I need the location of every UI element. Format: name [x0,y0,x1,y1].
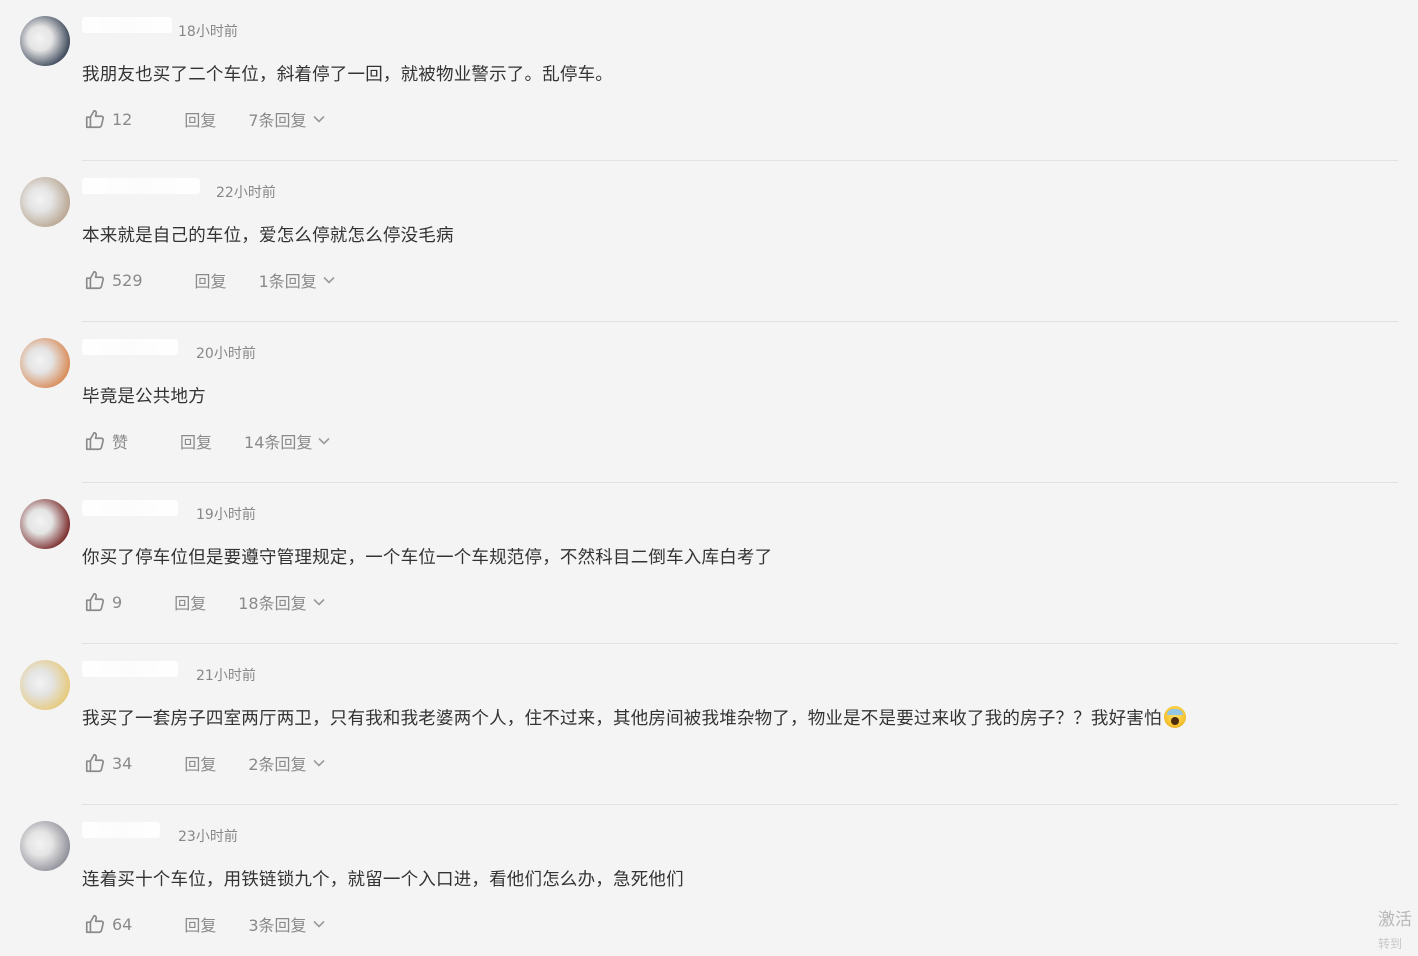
username[interactable] [82,339,178,355]
comment-text-content: 本来就是自己的车位，爱怎么停就怎么停没毛病 [82,226,454,246]
thumbs-up-icon [84,430,112,452]
comment-actions: 赞 回复 14条回复 [84,427,330,455]
chevron-down-icon [307,920,325,928]
comment-text-content: 连着买十个车位，用铁链锁九个，就留一个入口进，看他们怎么办，急死他们 [82,870,684,890]
chevron-down-icon [312,437,330,445]
comment-text-content: 毕竟是公共地方 [82,387,206,407]
username[interactable] [82,661,178,677]
timestamp: 22小时前 [216,185,276,201]
comment-actions: 529 回复 1条回复 [84,266,335,294]
comment-item: 21小时前我买了一套房子四室两厅两卫，只有我和我老婆两个人，住不过来，其他房间被… [0,644,1418,805]
view-replies-button[interactable]: 14条回复 [244,429,330,453]
like-button[interactable]: 34 [84,752,132,774]
avatar[interactable] [20,821,70,871]
comment-text: 我朋友也买了二个车位，斜着停了一回，就被物业警示了。乱停车。 [82,61,613,86]
comment-item: 22小时前本来就是自己的车位，爱怎么停就怎么停没毛病 529 回复 1条回复 [0,161,1418,322]
comment-actions: 12 回复 7条回复 [84,105,325,133]
chevron-down-icon [307,115,325,123]
reply-button[interactable]: 回复 [195,268,227,292]
watermark-line2: 转到 [1378,937,1403,951]
comment-list: 18小时前我朋友也买了二个车位，斜着停了一回，就被物业警示了。乱停车。 12 回复 7… [0,0,1418,952]
comment-text-content: 你买了停车位但是要遵守管理规定，一个车位一个车规范停，不然科目二倒车入库白考了 [82,548,773,568]
reply-button[interactable]: 回复 [180,429,212,453]
reply-button[interactable]: 回复 [184,751,216,775]
comment-actions: 9 回复 18条回复 [84,588,325,616]
chevron-down-icon [307,759,325,767]
view-replies-button[interactable]: 2条回复 [248,751,325,775]
comment-actions: 64 回复 3条回复 [84,910,325,938]
reply-button[interactable]: 回复 [174,590,206,614]
replies-count-label: 14条回复 [244,433,313,452]
avatar[interactable] [20,338,70,388]
comment-text-content: 我朋友也买了二个车位，斜着停了一回，就被物业警示了。乱停车。 [82,65,613,85]
windows-activation-watermark: 激活 转到 [1378,908,1412,956]
like-button[interactable]: 529 [84,269,143,291]
username[interactable] [82,500,178,516]
scream-emoji [1163,706,1186,728]
like-count: 529 [112,270,143,290]
comment-item: 20小时前毕竟是公共地方赞 回复 14条回复 [0,322,1418,483]
comment-item: 19小时前你买了停车位但是要遵守管理规定，一个车位一个车规范停，不然科目二倒车入… [0,483,1418,644]
username[interactable] [82,822,160,838]
chevron-down-icon [307,598,325,606]
comment-item: 18小时前我朋友也买了二个车位，斜着停了一回，就被物业警示了。乱停车。 12 回复 7… [0,0,1418,161]
timestamp: 21小时前 [196,668,256,684]
replies-count-label: 18条回复 [238,594,307,613]
like-button[interactable]: 赞 [84,429,128,453]
username[interactable] [82,178,200,194]
timestamp: 19小时前 [196,507,256,523]
replies-count-label: 2条回复 [248,755,307,774]
comment-text-content: 我买了一套房子四室两厅两卫，只有我和我老婆两个人，住不过来，其他房间被我堆杂物了… [82,709,1162,729]
chevron-down-icon [317,276,335,284]
view-replies-button[interactable]: 7条回复 [248,107,325,131]
timestamp: 20小时前 [196,346,256,362]
thumbs-up-icon [84,591,112,613]
comment-item: 23小时前连着买十个车位，用铁链锁九个，就留一个入口进，看他们怎么办，急死他们 6… [0,805,1418,956]
comment-text: 毕竟是公共地方 [82,383,206,408]
comment-text: 你买了停车位但是要遵守管理规定，一个车位一个车规范停，不然科目二倒车入库白考了 [82,544,772,569]
timestamp: 23小时前 [178,829,238,845]
like-count: 赞 [112,433,129,452]
view-replies-button[interactable]: 1条回复 [259,268,335,292]
replies-count-label: 1条回复 [258,272,317,291]
reply-button[interactable]: 回复 [184,107,216,131]
like-button[interactable]: 64 [84,913,132,935]
thumbs-up-icon [84,108,112,130]
thumbs-up-icon [84,752,112,774]
replies-count-label: 3条回复 [248,916,307,935]
comment-actions: 34 回复 2条回复 [84,749,325,777]
like-button[interactable]: 9 [84,591,122,613]
like-count: 9 [112,592,123,612]
avatar[interactable] [20,177,70,227]
avatar[interactable] [20,499,70,549]
like-count: 64 [112,914,133,934]
username[interactable] [82,17,172,33]
like-count: 12 [112,109,133,129]
view-replies-button[interactable]: 18条回复 [238,590,325,614]
thumbs-up-icon [84,913,112,935]
avatar[interactable] [20,660,70,710]
timestamp: 18小时前 [178,24,238,40]
watermark-line1: 激活 [1378,910,1412,930]
comment-text: 连着买十个车位，用铁链锁九个，就留一个入口进，看他们怎么办，急死他们 [82,866,684,891]
like-button[interactable]: 12 [84,108,132,130]
reply-button[interactable]: 回复 [184,912,216,936]
replies-count-label: 7条回复 [248,111,307,130]
comment-text: 本来就是自己的车位，爱怎么停就怎么停没毛病 [82,222,454,247]
comment-text: 我买了一套房子四室两厅两卫，只有我和我老婆两个人，住不过来，其他房间被我堆杂物了… [82,705,1186,730]
like-count: 34 [112,753,133,773]
thumbs-up-icon [84,269,112,291]
avatar[interactable] [20,16,70,66]
view-replies-button[interactable]: 3条回复 [248,912,325,936]
